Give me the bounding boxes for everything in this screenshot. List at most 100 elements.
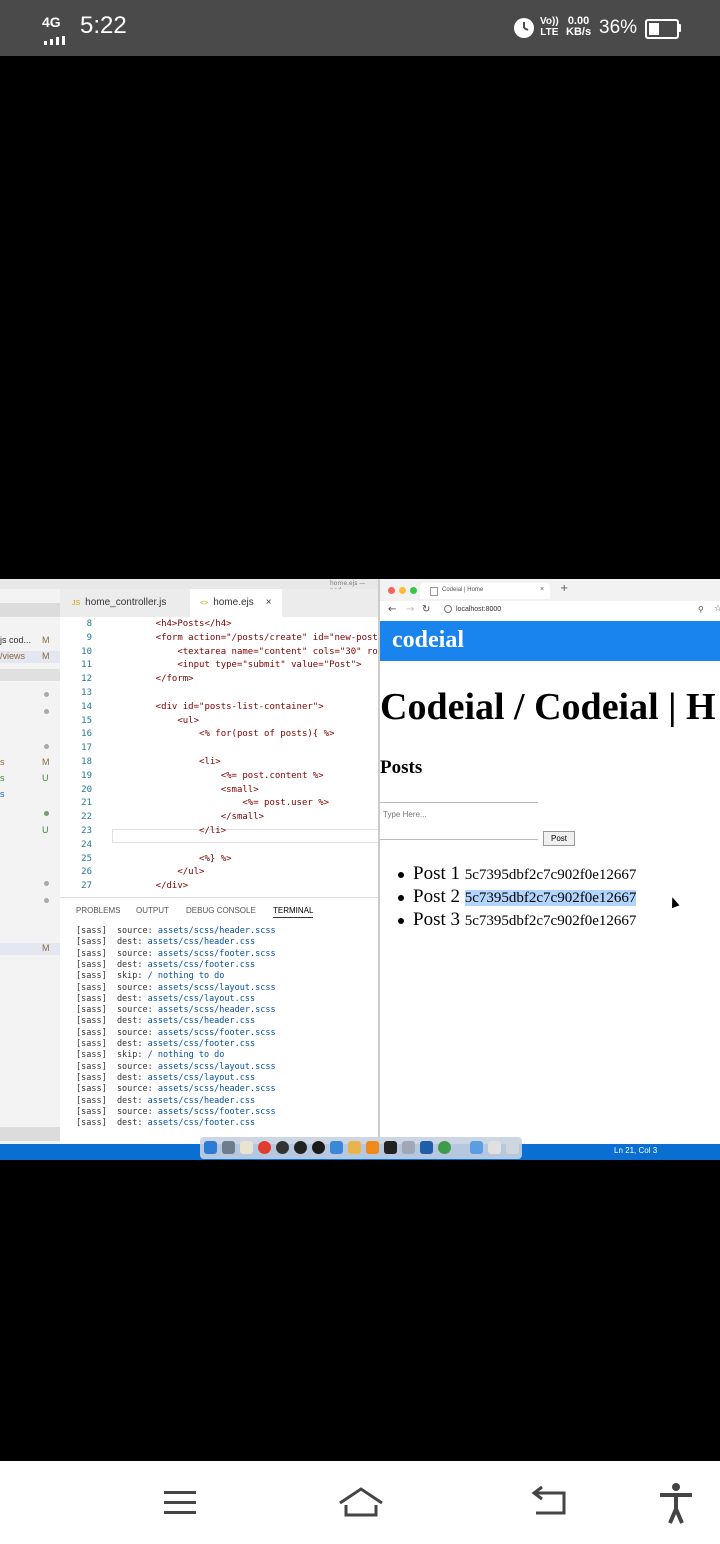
help-icon[interactable] xyxy=(402,1141,415,1154)
close-window-button[interactable] xyxy=(388,587,395,594)
home-icon[interactable] xyxy=(336,1481,386,1525)
cursor-position[interactable]: Ln 21, Col 3 xyxy=(614,1146,657,1155)
tab-problems[interactable]: PROBLEMS xyxy=(76,906,120,915)
sidebar-item[interactable]: U xyxy=(0,825,60,837)
forward-icon[interactable]: → xyxy=(406,604,414,615)
terminal-line: [sass] source: assets/scss/header.scss xyxy=(76,926,276,936)
back-icon[interactable]: ← xyxy=(388,604,396,615)
sidebar-item[interactable]: s xyxy=(0,789,60,801)
volte-indicator: Vo)) LTE xyxy=(540,16,559,38)
github-icon[interactable] xyxy=(312,1141,325,1154)
terminal-line: [sass] dest: assets/css/layout.css xyxy=(76,1073,255,1083)
minimize-window-button[interactable] xyxy=(399,587,406,594)
battery-percent: 36% xyxy=(599,17,638,38)
line-number: 19 xyxy=(81,770,92,781)
terminal-prefix: [sass] source: xyxy=(76,1061,158,1072)
line-number: 27 xyxy=(81,881,92,892)
terminal-prefix: [sass] source: xyxy=(76,982,158,993)
new-tab-button[interactable]: + xyxy=(560,583,568,594)
terminal-line: [sass] dest: assets/css/layout.css xyxy=(76,994,255,1004)
sidebar-item[interactable]: M xyxy=(0,943,60,955)
sidebar-item[interactable]: /views M xyxy=(0,651,60,663)
terminal-prefix: [sass] source: xyxy=(76,1027,158,1038)
code-line: </form> xyxy=(134,674,194,685)
terminal-line: [sass] dest: assets/css/header.css xyxy=(76,1016,255,1026)
obs-icon[interactable] xyxy=(294,1141,307,1154)
status-bar: 4G 5:22 Vo)) LTE 0.00 KB/s 36% xyxy=(0,0,720,56)
code-line: <%= post.user %> xyxy=(134,798,330,809)
code-line: <textarea name="content" cols="30" rows= xyxy=(134,646,378,657)
close-tab-icon[interactable]: × xyxy=(266,597,272,608)
line-number: 11 xyxy=(81,660,92,671)
app-icon[interactable] xyxy=(276,1141,289,1154)
sublime-icon[interactable] xyxy=(366,1141,379,1154)
tab-home-ejs[interactable]: <> home.ejs × xyxy=(190,589,282,617)
terminal-line: [sass] source: assets/scss/header.scss xyxy=(76,1005,276,1015)
terminal-line: [sass] dest: assets/css/header.css xyxy=(76,937,255,947)
signal-bars-icon xyxy=(44,30,74,45)
sidebar-item[interactable]: js cod... M xyxy=(0,635,60,647)
preview-icon[interactable] xyxy=(348,1141,361,1154)
code-line: <h4>Posts</h4> xyxy=(134,619,232,629)
code-line: <%} %> xyxy=(134,853,232,864)
terminal-prefix: [sass] dest: xyxy=(76,993,148,1004)
terminal-path: assets/scss/header.scss xyxy=(157,1084,276,1095)
finder-icon[interactable] xyxy=(204,1141,217,1154)
tab-debug-console[interactable]: DEBUG CONSOLE xyxy=(186,906,256,915)
terminal-output[interactable]: [sass] source: assets/scss/header.scss [s… xyxy=(60,924,378,1144)
notes-icon[interactable] xyxy=(240,1141,253,1154)
appstore-icon[interactable] xyxy=(330,1141,343,1154)
terminal-line: [sass] dest: assets/css/header.css xyxy=(76,1096,255,1106)
bookmark-star-icon[interactable]: ☆ xyxy=(714,604,720,614)
vscode-window: home.ejs — nod js cod...M /viewsM sM sU … xyxy=(0,579,378,1147)
site-header: codeial xyxy=(380,621,720,661)
post-submit-button[interactable]: Post xyxy=(543,831,575,846)
info-icon[interactable] xyxy=(444,605,452,613)
line-number: 24 xyxy=(81,839,92,850)
code-line: <ul> xyxy=(134,715,200,726)
line-number: 23 xyxy=(81,826,92,836)
url-bar[interactable]: localhost:8000 xyxy=(456,606,501,613)
video-frame[interactable]: home.ejs — nod js cod...M /viewsM sM sU … xyxy=(0,579,720,1160)
line-number: 10 xyxy=(81,646,92,657)
terminal-path: assets/scss/footer.scss xyxy=(157,1106,276,1117)
code-line: </ul> xyxy=(134,867,205,878)
tab-output[interactable]: OUTPUT xyxy=(136,906,169,915)
line-number: 12 xyxy=(81,674,92,685)
launchpad-icon[interactable] xyxy=(222,1141,235,1154)
code-editor[interactable]: 8 <h4>Posts</h4> 9 <form action="/posts/c… xyxy=(60,617,378,893)
post-user-id: 5c7395dbf2c7c902f0e12667 xyxy=(464,913,637,929)
terminal-icon[interactable] xyxy=(384,1141,397,1154)
close-tab-icon[interactable]: × xyxy=(540,586,544,593)
reload-icon[interactable]: ↻ xyxy=(422,604,430,615)
terminal-prefix: [sass] dest: xyxy=(76,1016,148,1027)
accessibility-icon[interactable] xyxy=(656,1481,696,1525)
line-number: 8 xyxy=(86,619,92,629)
android-icon[interactable] xyxy=(438,1141,451,1154)
maximize-window-button[interactable] xyxy=(410,587,417,594)
menu-icon[interactable] xyxy=(162,1481,198,1525)
sidebar-item[interactable]: sM xyxy=(0,757,60,769)
browser-tab[interactable]: Codeial | Home × xyxy=(420,583,550,599)
chrome-icon[interactable] xyxy=(258,1141,271,1154)
post-content-textarea[interactable]: Type Here... xyxy=(380,802,538,840)
tab-terminal[interactable]: TERMINAL xyxy=(273,906,314,918)
status-dot xyxy=(44,692,49,697)
trash-icon[interactable] xyxy=(506,1141,519,1154)
folder-icon[interactable] xyxy=(470,1141,483,1154)
page-icon xyxy=(430,587,438,596)
tab-home-controller[interactable]: JS home_controller.js xyxy=(72,597,166,608)
site-logo[interactable]: codeial xyxy=(392,627,464,654)
sidebar-item[interactable]: sU xyxy=(0,773,60,785)
line-number: 20 xyxy=(81,784,92,795)
code-line: </small> xyxy=(134,812,265,823)
back-icon[interactable] xyxy=(530,1481,570,1525)
zoom-icon[interactable]: ⚲ xyxy=(698,605,704,614)
downloads-icon[interactable] xyxy=(488,1141,501,1154)
line-number: 9 xyxy=(86,632,92,643)
terminal-line: [sass] source: assets/scss/layout.scss xyxy=(76,1062,276,1072)
battery-icon xyxy=(645,19,679,39)
posts-heading: Posts xyxy=(380,757,423,778)
vscode-icon[interactable] xyxy=(420,1141,433,1154)
list-item: Post 2 5c7395dbf2c7c902f0e12667 xyxy=(396,886,637,909)
